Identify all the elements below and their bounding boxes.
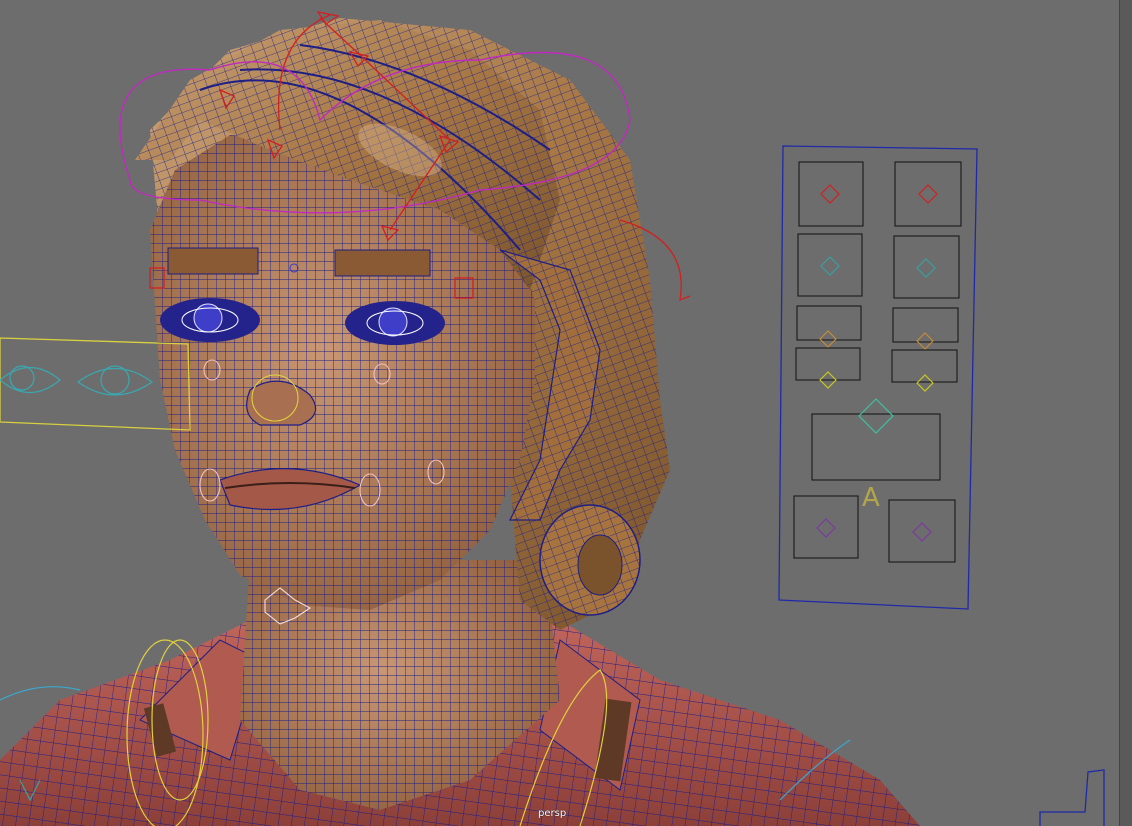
control-cheek-left[interactable] <box>819 330 837 348</box>
camera-name-label: persp <box>538 808 567 819</box>
control-chin-right[interactable] <box>912 522 932 542</box>
viewport-edge <box>1119 0 1132 826</box>
panel-slot-brow-right <box>894 161 962 227</box>
panel-slot-mouth-corner-left <box>795 347 861 381</box>
maya-perspective-viewport[interactable]: A persp <box>0 0 1132 826</box>
control-eye-left[interactable] <box>820 256 840 276</box>
panel-slot-chin-right <box>888 499 956 563</box>
panel-slot-chin-left <box>793 495 859 559</box>
panel-slot-cheek-right <box>892 307 959 343</box>
viewport-scene[interactable]: A <box>0 0 1132 826</box>
control-cheek-right[interactable] <box>916 332 934 350</box>
control-mouth-corner-right[interactable] <box>916 374 934 392</box>
eye-aim-right-icon <box>76 365 154 396</box>
panel-slot-cheek-left <box>796 305 862 341</box>
eye-left[interactable] <box>160 298 260 342</box>
panel-slot-brow-left <box>798 161 864 227</box>
panel-slot-eye-left <box>797 233 863 297</box>
control-eye-right[interactable] <box>916 258 936 278</box>
face-control-panel[interactable]: A <box>778 145 978 610</box>
eye-right[interactable] <box>345 301 445 345</box>
panel-slot-mouth-corner-right <box>891 349 958 383</box>
eye-aim-left-icon <box>0 365 61 393</box>
eyebrow-left-mesh[interactable] <box>167 247 259 275</box>
panel-slot-jaw <box>811 413 941 481</box>
panel-slot-eye-right <box>893 235 960 299</box>
control-brow-left[interactable] <box>820 184 840 204</box>
control-brow-right[interactable] <box>918 184 938 204</box>
panel-letter-label: A <box>862 483 880 513</box>
control-chin-left[interactable] <box>816 518 836 538</box>
view-cube-fragment[interactable] <box>1039 769 1105 826</box>
control-jaw[interactable] <box>858 398 894 434</box>
eyebrow-right-mesh[interactable] <box>334 249 431 277</box>
